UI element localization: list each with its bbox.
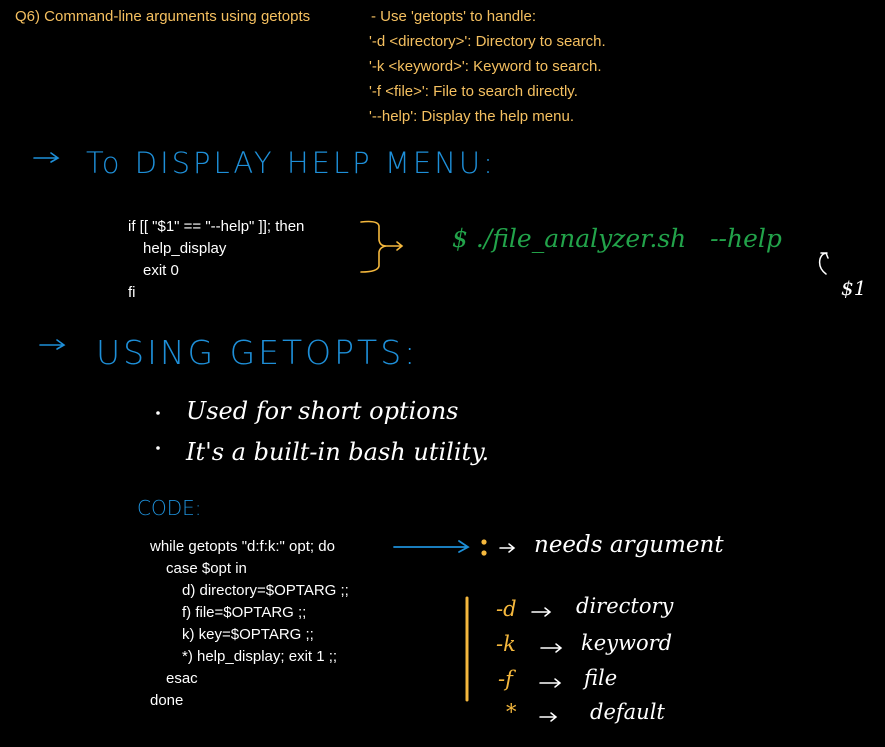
getopts-point: Used for short options xyxy=(186,397,459,425)
arrow-right-icon xyxy=(33,152,60,163)
code-line: *) help_display; exit 1 ;; xyxy=(182,648,338,665)
getopts-heading: USING GETOPTS: xyxy=(96,333,419,372)
code-line: f) file=$OPTARG ;; xyxy=(182,604,307,621)
code-line: k) key=$OPTARG ;; xyxy=(182,626,314,643)
command-example: $ ./file_analyzer.sh --help xyxy=(452,224,782,253)
legend-meaning: default xyxy=(590,700,665,724)
ink-strokes xyxy=(33,152,829,722)
code-line: d) directory=$OPTARG ;; xyxy=(182,582,349,599)
help-heading: To DISPLAY HELP MENU: xyxy=(86,146,496,180)
bracket-arrow-icon xyxy=(360,220,404,273)
arg-label: $1 xyxy=(841,276,867,300)
legend-flag: -k xyxy=(496,632,516,656)
legend-meaning: keyword xyxy=(581,631,673,655)
code-line: while getopts "d:f:k:" opt; do xyxy=(150,538,335,555)
getopts-point: It's a built-in bash utility. xyxy=(186,438,490,466)
bullet-dot xyxy=(156,411,160,415)
code-label: CODE: xyxy=(137,496,202,520)
code-line: done xyxy=(150,692,184,709)
arrow-up-icon xyxy=(818,252,829,275)
code-line: esac xyxy=(166,670,198,687)
colon-dot xyxy=(481,550,487,556)
note-canvas: { "question": { "title": "Q6) Command-li… xyxy=(0,0,885,747)
arrow-right-icon xyxy=(39,339,66,350)
legend-flag: -f xyxy=(498,667,513,691)
arrow-right-icon xyxy=(393,540,470,553)
colon-note: needs argument xyxy=(534,532,724,558)
code-line: help_display xyxy=(143,240,227,257)
legend-flag: * xyxy=(506,700,517,724)
bullet-dot xyxy=(156,446,160,450)
legend-flag: -d xyxy=(496,597,517,621)
code-line: case $opt in xyxy=(166,560,247,577)
code-line: fi xyxy=(128,284,136,301)
legend-meaning: file xyxy=(584,666,618,690)
code-line: exit 0 xyxy=(143,262,179,279)
code-line: if [[ "$1" == "--help" ]]; then xyxy=(128,218,305,235)
legend-meaning: directory xyxy=(576,594,674,618)
colon-dot xyxy=(481,539,487,545)
